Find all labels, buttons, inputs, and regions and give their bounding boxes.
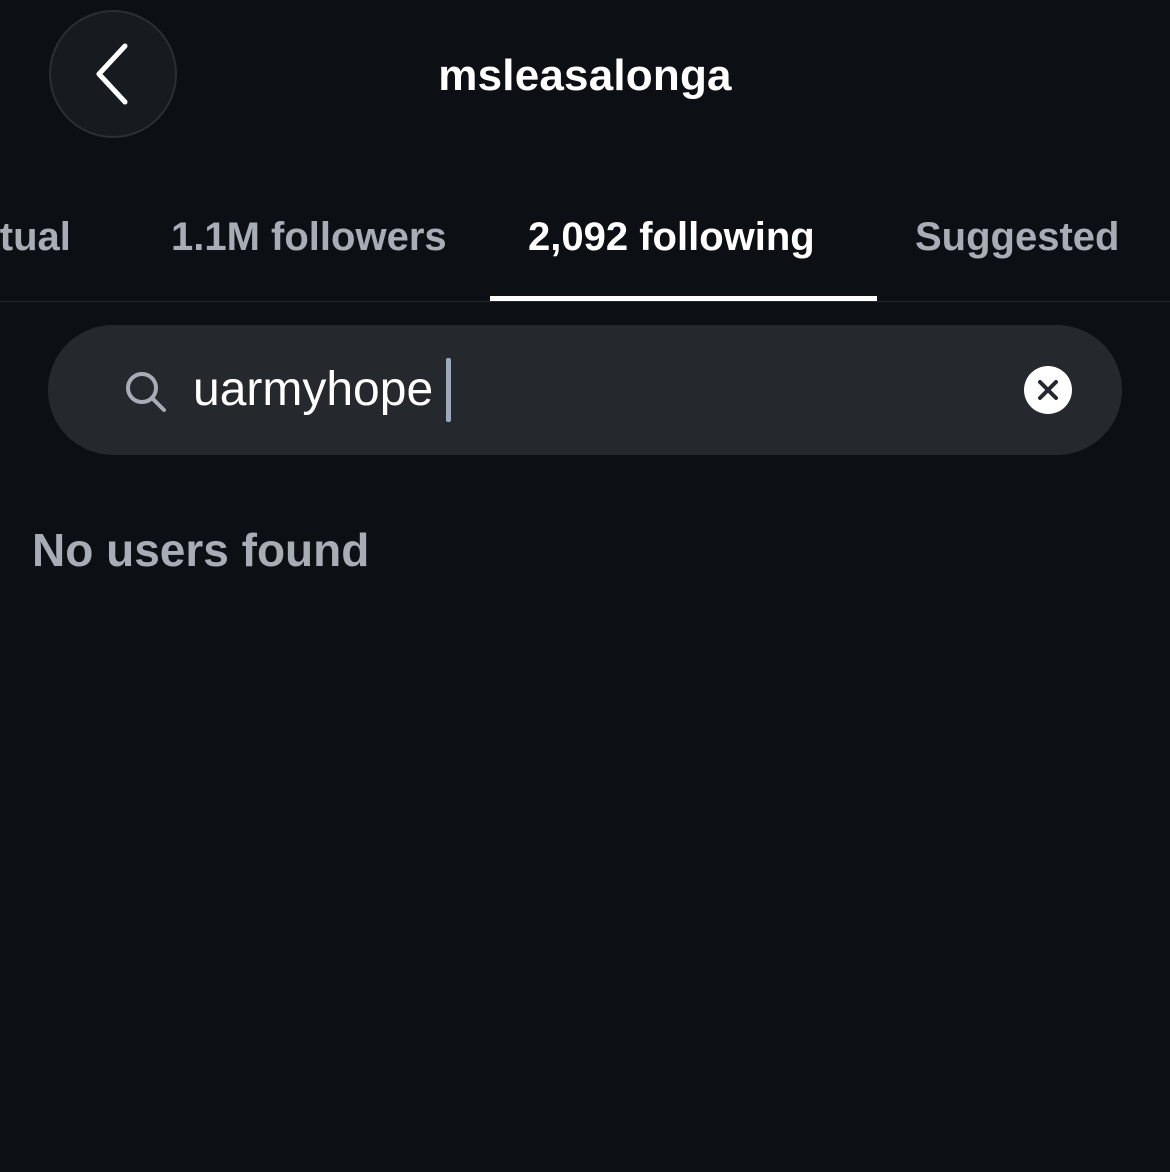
tab-mutual[interactable]: Mutual bbox=[0, 210, 71, 301]
active-tab-indicator bbox=[490, 296, 877, 301]
tab-suggested[interactable]: Suggested bbox=[915, 210, 1119, 301]
tab-following[interactable]: 2,092 following bbox=[528, 210, 815, 301]
tab-followers[interactable]: 1.1M followers bbox=[171, 210, 447, 301]
top-bar: msleasalonga bbox=[0, 0, 1170, 150]
clear-search-button[interactable] bbox=[1024, 366, 1072, 414]
empty-results-message: No users found bbox=[32, 524, 370, 576]
page-title: msleasalonga bbox=[438, 51, 732, 100]
search-input[interactable] bbox=[193, 355, 1033, 425]
clear-icon bbox=[1038, 380, 1058, 400]
search-icon bbox=[126, 372, 166, 412]
text-cursor bbox=[446, 358, 451, 422]
search-bar[interactable] bbox=[48, 325, 1122, 455]
tab-bar: Mutual 1.1M followers 2,092 following Su… bbox=[0, 190, 1170, 302]
